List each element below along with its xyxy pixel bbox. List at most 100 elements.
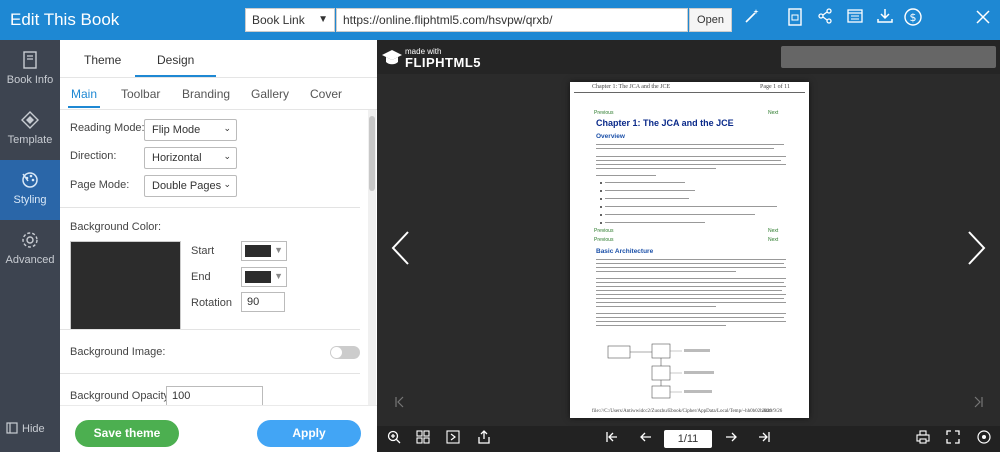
- text-line: [596, 144, 784, 145]
- pdf-icon[interactable]: [783, 8, 807, 32]
- apply-button[interactable]: Apply: [257, 420, 361, 447]
- page-header-left: Chapter 1: The JCA and the JCE: [592, 84, 671, 90]
- nav-item-book-info[interactable]: Book Info: [0, 40, 60, 100]
- nav-item-template[interactable]: Template: [0, 100, 60, 160]
- tab-design[interactable]: Design: [134, 53, 217, 77]
- text-line: [596, 321, 786, 322]
- magic-wand-icon[interactable]: [740, 8, 764, 32]
- next-page-icon[interactable]: [722, 430, 740, 449]
- book-icon: [18, 50, 42, 72]
- tab-toolbar[interactable]: Toolbar: [121, 87, 160, 101]
- background-opacity-label: Background Opacity:: [70, 390, 173, 402]
- text-line: [605, 198, 689, 199]
- first-page-icon[interactable]: [603, 430, 621, 449]
- direction-label: Direction:: [70, 150, 117, 162]
- download-icon[interactable]: [873, 8, 897, 32]
- next-page-arrow-icon[interactable]: [967, 230, 987, 275]
- text-line: [596, 278, 786, 279]
- tab-theme[interactable]: Theme: [84, 53, 121, 67]
- start-color-picker[interactable]: ▼: [241, 241, 287, 261]
- prev-page-arrow-icon[interactable]: [390, 230, 410, 275]
- rotation-label: Rotation: [191, 297, 232, 309]
- book-url-field[interactable]: [336, 8, 688, 32]
- text-line: [596, 259, 786, 260]
- doc-chapter-title: Chapter 1: The JCA and the JCE: [596, 118, 734, 128]
- text-line: [596, 168, 716, 169]
- save-theme-button[interactable]: Save theme: [75, 420, 179, 447]
- close-icon[interactable]: [971, 8, 995, 32]
- share-icon[interactable]: [475, 430, 493, 449]
- doc-basic-architecture-heading: Basic Architecture: [596, 248, 654, 255]
- text-line: [596, 267, 786, 268]
- tab-cover[interactable]: Cover: [310, 87, 342, 101]
- more-options-icon[interactable]: [975, 430, 993, 449]
- last-page-corner-icon[interactable]: [973, 396, 983, 411]
- text-line: [596, 306, 716, 307]
- text-line: [596, 271, 736, 272]
- chevron-down-icon: ▼: [318, 14, 328, 25]
- settings-panel: Theme Design Main Toolbar Branding Galle…: [60, 40, 377, 452]
- fullscreen-icon[interactable]: [944, 430, 962, 449]
- text-line: [596, 282, 784, 283]
- link-type-value: Book Link: [252, 13, 305, 27]
- page-mode-select[interactable]: Double Pages ⌄: [144, 175, 237, 197]
- start-color-fill: [245, 245, 271, 257]
- sub-tabs: Main Toolbar Branding Gallery Cover: [60, 78, 377, 110]
- direction-value: Horizontal: [152, 152, 202, 164]
- divider: [60, 373, 360, 374]
- thumbnails-icon[interactable]: [414, 430, 432, 449]
- hide-panel-button[interactable]: Hide: [0, 418, 60, 442]
- page-header-right: Page 1 of 11: [760, 84, 790, 90]
- text-line: [596, 325, 726, 326]
- dollar-icon[interactable]: $: [901, 8, 925, 32]
- text-line: [596, 160, 781, 161]
- zoom-in-icon[interactable]: [385, 430, 403, 449]
- end-color-picker[interactable]: ▼: [241, 267, 287, 287]
- panel-scrollbar[interactable]: [368, 110, 376, 405]
- doc-prev-link: Previous: [594, 110, 614, 116]
- nav-item-styling[interactable]: Styling: [0, 160, 60, 220]
- first-page-corner-icon[interactable]: [395, 396, 405, 411]
- text-line: [596, 302, 786, 303]
- autoplay-icon[interactable]: [444, 430, 462, 449]
- main-tabs: Theme Design: [60, 40, 377, 78]
- doc-overview-heading: Overview: [596, 133, 625, 140]
- reading-mode-select[interactable]: Flip Mode ⌄: [144, 119, 237, 141]
- share-icon[interactable]: [813, 8, 837, 32]
- bullet: [600, 222, 602, 224]
- link-type-select[interactable]: Book Link ▼: [245, 8, 335, 32]
- collapse-icon: [6, 422, 18, 437]
- embed-icon[interactable]: [843, 8, 867, 32]
- page-number-input[interactable]: 1/11: [664, 430, 712, 448]
- doc-prev-link: Previous: [594, 237, 614, 243]
- print-icon[interactable]: [914, 430, 932, 449]
- nav-label: Book Info: [6, 74, 54, 86]
- text-line: [605, 214, 755, 215]
- tab-branding[interactable]: Branding: [182, 87, 230, 101]
- scrollbar-thumb[interactable]: [369, 116, 375, 191]
- nav-item-advanced[interactable]: Advanced: [0, 220, 60, 280]
- background-opacity-input[interactable]: [166, 386, 263, 406]
- end-color-fill: [245, 271, 271, 283]
- text-line: [596, 148, 774, 149]
- text-line: [596, 286, 786, 287]
- last-page-icon[interactable]: [755, 430, 773, 449]
- page-mode-value: Double Pages: [152, 180, 222, 192]
- bullet: [600, 198, 602, 200]
- svg-text:$: $: [910, 11, 917, 24]
- chevron-down-icon: ⌄: [223, 123, 231, 133]
- book-search-input[interactable]: [781, 46, 996, 68]
- doc-next-link: Next: [768, 237, 779, 243]
- book-page[interactable]: Chapter 1: The JCA and the JCE Page 1 of…: [570, 82, 809, 418]
- tab-main[interactable]: Main: [67, 87, 101, 108]
- direction-select[interactable]: Horizontal ⌄: [144, 147, 237, 169]
- text-line: [596, 175, 656, 176]
- tab-gallery[interactable]: Gallery: [251, 87, 289, 101]
- background-color-preview: [70, 241, 181, 330]
- background-image-toggle[interactable]: [330, 346, 360, 359]
- open-button[interactable]: Open: [689, 8, 732, 32]
- doc-next-link: Next: [768, 110, 779, 116]
- previous-page-icon[interactable]: [637, 430, 655, 449]
- panel-footer: Save theme Apply: [60, 405, 377, 452]
- rotation-input[interactable]: [241, 292, 285, 312]
